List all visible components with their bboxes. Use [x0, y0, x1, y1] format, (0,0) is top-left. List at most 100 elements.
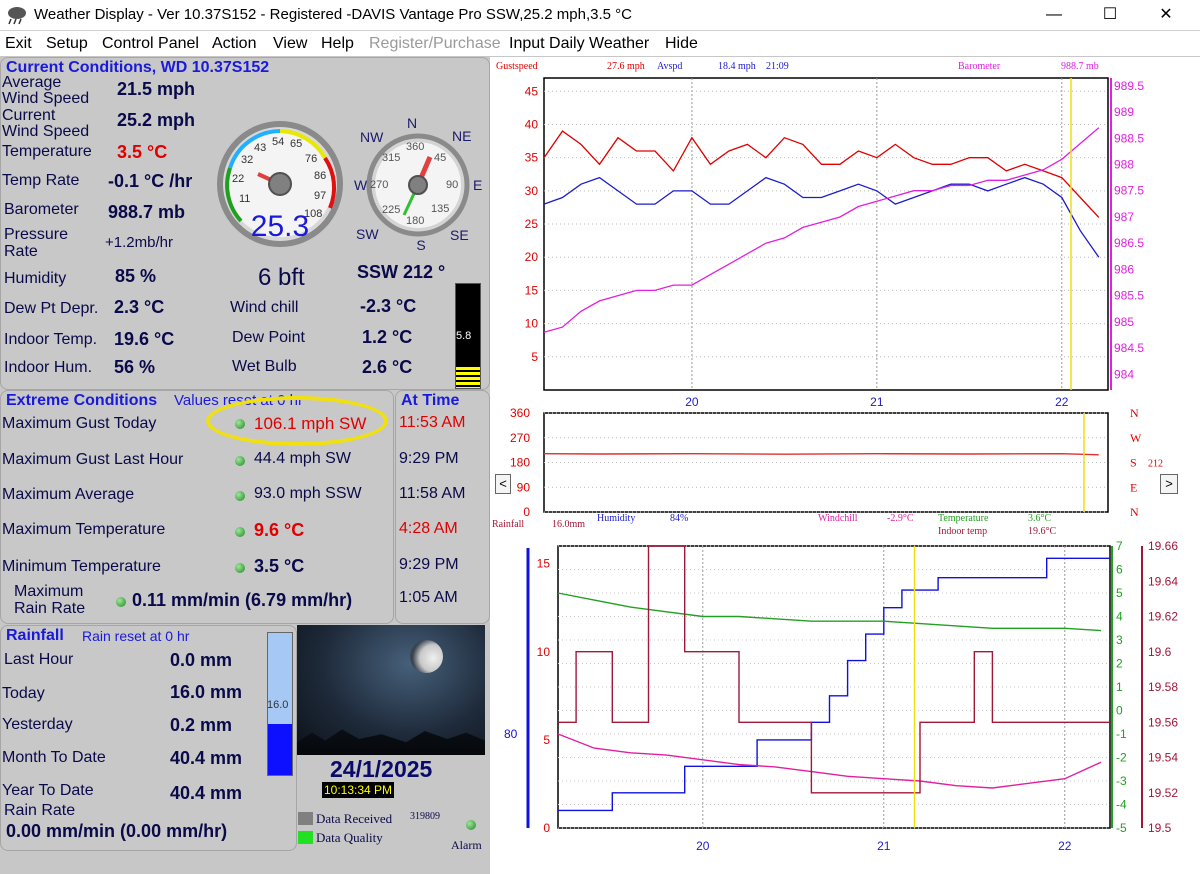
dew-point-value: 1.2 °C: [362, 327, 413, 347]
chart1-y-tick: 15: [525, 283, 539, 297]
gauge-tick-86: 86: [314, 170, 326, 182]
indoor-hum-label: Indoor Hum.: [4, 359, 93, 376]
legend-humidity-label: Humidity: [597, 513, 636, 524]
chart1-y-tick: 40: [525, 117, 539, 131]
chart1-y-tick: 20: [525, 250, 539, 264]
max-gust-hour-value: 44.4 mph SW: [254, 450, 351, 467]
legend-barometer-label: Barometer: [958, 61, 1001, 72]
chart3-temp-tick: 4: [1116, 610, 1123, 624]
rain-today-label: Today: [2, 685, 45, 702]
menu-help[interactable]: Help: [321, 35, 354, 53]
beaufort-value: 6 bft: [258, 264, 305, 291]
menu-action[interactable]: Action: [212, 35, 256, 53]
menu-setup[interactable]: Setup: [46, 35, 88, 53]
chart1-y-tick: 5: [531, 350, 538, 364]
rain-rate-label: Rain Rate: [4, 802, 76, 819]
chart3-temp-tick: 2: [1116, 657, 1123, 671]
gauge-tick-97: 97: [314, 190, 326, 202]
time-display: 10:13:34 PM: [322, 782, 394, 798]
max-rain-rate-value: 0.11 mm/min (6.79 mm/hr): [132, 590, 353, 610]
menu-hide[interactable]: Hide: [665, 35, 698, 53]
chart1-y2-tick: 988: [1114, 158, 1134, 172]
scroll-right-button[interactable]: >: [1160, 474, 1178, 494]
chart3-temp-tick: -3: [1116, 774, 1127, 788]
chart2-y-tick: 360: [510, 406, 530, 420]
chart3-indoor-tick: 19.54: [1148, 751, 1178, 765]
compass-tick-90: 90: [446, 179, 458, 191]
chart1-y2-tick: 986: [1114, 262, 1134, 276]
level-bar-value: 5.8: [456, 330, 472, 342]
barometer-label: Barometer: [4, 201, 79, 218]
minimize-button[interactable]: —: [1028, 0, 1080, 30]
chart3-indoor-tick: 19.56: [1148, 715, 1178, 729]
dew-pt-depr-value: 2.3 °C: [114, 297, 165, 317]
menu-register-purchase[interactable]: Register/Purchase: [369, 35, 501, 53]
compass-w: W: [354, 177, 368, 193]
indoor-hum-value: 56 %: [114, 357, 156, 377]
gauge-tick-11: 11: [239, 193, 250, 205]
rain-yesterday-label: Yesterday: [2, 716, 73, 733]
legend-rainfall-value: 16.0mm: [552, 519, 586, 530]
chart2-current-direction: 212: [1148, 459, 1163, 470]
pressure-rate-label: Pressure Rate: [4, 226, 69, 260]
rainfall-header: Rainfall: [6, 627, 64, 644]
compass-ne: NE: [452, 128, 471, 144]
menu-control-panel[interactable]: Control Panel: [102, 35, 199, 53]
max-temp-value: 9.6 °C: [254, 520, 305, 540]
chart3-indoor-tick: 19.66: [1148, 539, 1178, 553]
min-temp-label: Minimum Temperature: [2, 558, 161, 575]
legend-windchill-value: -2.9°C: [887, 513, 914, 524]
close-button[interactable]: ✕: [1140, 0, 1192, 30]
temp-rate-label: Temp Rate: [2, 172, 80, 189]
compass-tick-45: 45: [434, 152, 446, 164]
chart3-temp-tick: 6: [1116, 563, 1123, 577]
menu-view[interactable]: View: [273, 35, 307, 53]
legend-indoor-temp-label: Indoor temp: [938, 526, 988, 537]
legend-windchill-label: Windchill: [818, 513, 858, 524]
alarm-indicator[interactable]: [466, 820, 476, 830]
legend-humidity-value: 84%: [670, 513, 689, 524]
chart1-y2-tick: 987: [1114, 210, 1134, 224]
legend-barometer-value: 988.7 mb: [1061, 61, 1099, 72]
gauge-tick-43: 43: [254, 142, 266, 154]
dew-pt-depr-label: Dew Pt Depr.: [4, 300, 99, 317]
menu-exit[interactable]: Exit: [5, 35, 32, 53]
chart3-temp-tick: -2: [1116, 751, 1127, 765]
gauge-speed-value: 25.3: [251, 210, 309, 243]
chart2-dir-label: E: [1130, 480, 1137, 494]
packet-count: 319809: [410, 811, 440, 822]
compass-s: S: [416, 237, 425, 253]
chart2-y-tick: 90: [517, 480, 531, 494]
rain-temperature-chart: 80 20 21 22 0 5 10 15 -5 -4 -3 -2 -1 0 1 2 3 4 5 6 7 19.5 19.5…: [504, 539, 1178, 853]
chart2-y-tick: 180: [510, 456, 530, 470]
legend-avspd-label: Avspd: [657, 61, 683, 72]
data-quality-indicator: [298, 831, 313, 844]
alarm-label: Alarm: [451, 838, 482, 852]
chart3-temp-tick: 3: [1116, 633, 1123, 647]
max-gust-hour-time: 9:29 PM: [399, 450, 459, 467]
legend-temperature-label: Temperature: [938, 513, 989, 524]
chart3-x-tick: 20: [696, 839, 710, 853]
rainfall-subheader: Rain reset at 0 hr: [82, 628, 190, 644]
max-gust-hour-label: Maximum Gust Last Hour: [2, 451, 184, 468]
chart3-indoor-tick: 19.52: [1148, 786, 1178, 800]
chart3-temp-tick: 5: [1116, 586, 1123, 600]
max-gust-today-label: Maximum Gust Today: [2, 415, 157, 432]
compass-e: E: [473, 177, 482, 193]
chart1-y2-tick: 985: [1114, 315, 1134, 329]
menu-input-daily-weather[interactable]: Input Daily Weather: [509, 35, 649, 53]
cur-wind-value: 25.2 mph: [117, 110, 196, 130]
chart1-y2-tick: 989.5: [1114, 79, 1144, 93]
chart3-temp-tick: 7: [1116, 539, 1123, 553]
max-rain-rate-time: 1:05 AM: [399, 589, 458, 606]
chart3-indoor-tick: 19.62: [1148, 610, 1178, 624]
chart2-dir-label: W: [1130, 431, 1142, 445]
chart1-y2-tick: 985.5: [1114, 289, 1144, 303]
max-temp-time: 4:28 AM: [399, 520, 458, 537]
maximize-button[interactable]: ☐: [1084, 0, 1136, 30]
treeline: [297, 729, 485, 755]
chart3-rain-tick: 10: [537, 645, 551, 659]
scroll-left-button[interactable]: <: [495, 474, 511, 494]
indoor-temp-label: Indoor Temp.: [4, 331, 98, 348]
legend-gustspeed-label: Gustspeed: [496, 61, 538, 72]
